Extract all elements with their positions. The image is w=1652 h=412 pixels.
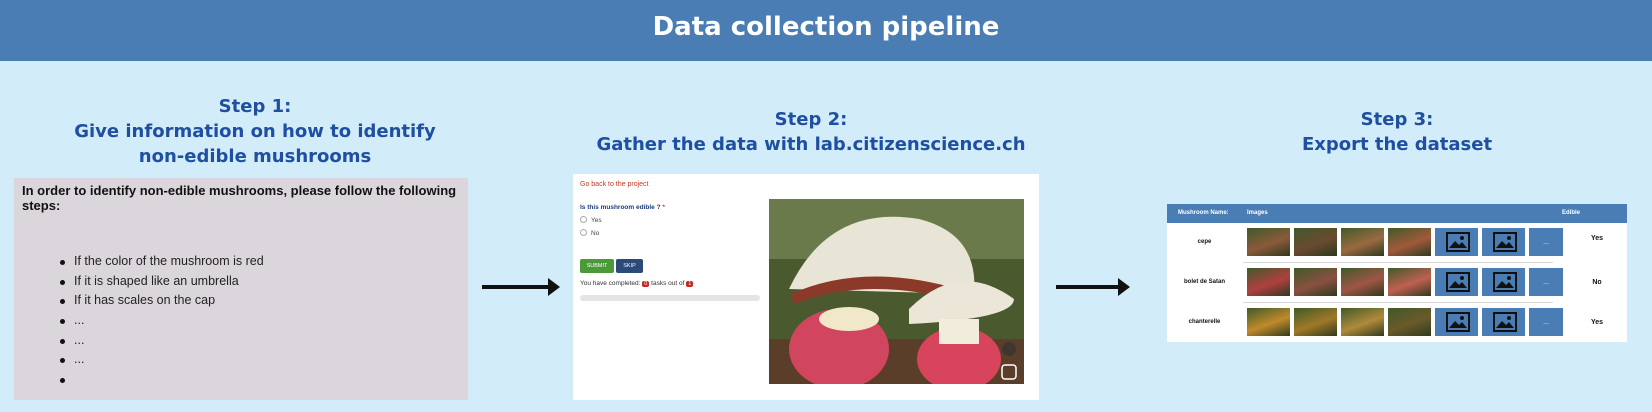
- instructions-panel: In order to identify non-edible mushroom…: [14, 178, 468, 400]
- mushroom-thumbnail: [1247, 308, 1290, 336]
- dataset-table: Mushroom Name: Images Edible cepe... Yes b…: [1167, 204, 1627, 342]
- mushroom-thumbnail: [1294, 268, 1337, 296]
- row-edible-value: Yes: [1590, 319, 1604, 326]
- header-bar: Data collection pipeline: [0, 0, 1652, 61]
- radio-circle-icon[interactable]: [580, 229, 587, 236]
- more-images-button[interactable]: ...: [1529, 268, 1563, 296]
- arrow-icon: [482, 278, 560, 296]
- mushroom-thumbnail: [1294, 308, 1337, 336]
- progress-middle: tasks out of: [651, 280, 685, 287]
- instruction-item: ...: [60, 311, 264, 331]
- mushroom-photo: [769, 199, 1024, 384]
- instructions-intro: In order to identify non-edible mushroom…: [22, 183, 457, 213]
- table-header: Mushroom Name: Images Edible: [1167, 204, 1627, 223]
- instruction-item: If it is shaped like an umbrella: [60, 272, 264, 292]
- instruction-item: [60, 370, 264, 390]
- step-3-title: Step 3: Export the dataset: [1167, 107, 1627, 157]
- column-header-edible: Edible: [1562, 210, 1581, 216]
- more-images-button[interactable]: ...: [1529, 308, 1563, 336]
- mushroom-photo-image: [769, 199, 1024, 384]
- image-placeholder-icon: [1482, 268, 1525, 296]
- row-edible-value: No: [1592, 279, 1602, 286]
- image-placeholder-icon: [1482, 308, 1525, 336]
- instructions-list: If the color of the mushroom is red If i…: [60, 252, 264, 390]
- row-divider: [1243, 262, 1553, 263]
- progress-prefix: You have completed:: [580, 280, 641, 287]
- row-edible-value: Yes: [1590, 235, 1604, 242]
- instruction-item: ...: [60, 331, 264, 351]
- step-3-heading: Export the dataset: [1301, 134, 1493, 155]
- radio-no[interactable]: No: [580, 229, 599, 237]
- step-2-title: Step 2: Gather the data with lab.citizen…: [573, 107, 1049, 157]
- step-3-number: Step 3:: [1360, 109, 1434, 130]
- back-to-project-link[interactable]: Go back to the project: [580, 181, 648, 188]
- progress-text: You have completed: 0 tasks out of 1: [580, 280, 694, 287]
- completed-badge: 0: [642, 281, 650, 287]
- instruction-item: If the color of the mushroom is red: [60, 252, 264, 272]
- progress-bar: [580, 295, 760, 301]
- step-2-number: Step 2:: [774, 109, 848, 130]
- question-label: Is this mushroom edible ? *: [580, 204, 665, 211]
- radio-circle-icon[interactable]: [580, 216, 587, 223]
- mushroom-thumbnail: [1247, 268, 1290, 296]
- image-placeholder-icon: [1435, 308, 1478, 336]
- image-placeholder-icon: [1435, 228, 1478, 256]
- mushroom-thumbnail: [1388, 228, 1431, 256]
- column-header-name: Mushroom Name:: [1178, 210, 1229, 216]
- mushroom-thumbnail: [1341, 268, 1384, 296]
- question-text: Is this mushroom edible ?: [580, 204, 661, 211]
- page-title: Data collection pipeline: [652, 12, 1000, 42]
- image-placeholder-icon: [1435, 268, 1478, 296]
- more-images-button[interactable]: ...: [1529, 228, 1563, 256]
- step-1-number: Step 1:: [218, 96, 292, 117]
- instruction-item: If it has scales on the cap: [60, 291, 264, 311]
- step-1-title: Step 1: Give information on how to ident…: [50, 94, 460, 169]
- mushroom-thumbnail: [1341, 308, 1384, 336]
- radio-yes-label: Yes: [591, 217, 602, 224]
- required-mark: *: [662, 204, 665, 211]
- skip-button[interactable]: SKIP: [616, 259, 643, 273]
- task-form-panel: Go back to the project Is this mushroom …: [573, 174, 1039, 400]
- submit-button[interactable]: SUBMIT: [580, 259, 614, 273]
- row-mushroom-name: bolet de Satan: [1183, 279, 1225, 285]
- radio-no-label: No: [591, 230, 600, 237]
- row-divider: [1243, 302, 1553, 303]
- mushroom-thumbnail: [1294, 228, 1337, 256]
- mushroom-thumbnail: [1388, 268, 1431, 296]
- radio-yes[interactable]: Yes: [580, 216, 602, 224]
- step-1-heading: Give information on how to identify non-…: [74, 121, 436, 167]
- mushroom-thumbnail: [1247, 228, 1290, 256]
- column-header-images: Images: [1247, 210, 1268, 216]
- mushroom-thumbnail: [1388, 308, 1431, 336]
- binoculars-icon[interactable]: [1002, 342, 1016, 356]
- step-2-heading: Gather the data with lab.citizenscience.…: [596, 134, 1026, 155]
- total-badge: 1: [686, 281, 694, 287]
- arrow-icon: [1056, 278, 1130, 296]
- image-placeholder-icon: [1482, 228, 1525, 256]
- instruction-item: ...: [60, 350, 264, 370]
- row-mushroom-name: cepe: [1197, 239, 1212, 245]
- row-mushroom-name: chanterelle: [1188, 319, 1221, 325]
- mushroom-thumbnail: [1341, 228, 1384, 256]
